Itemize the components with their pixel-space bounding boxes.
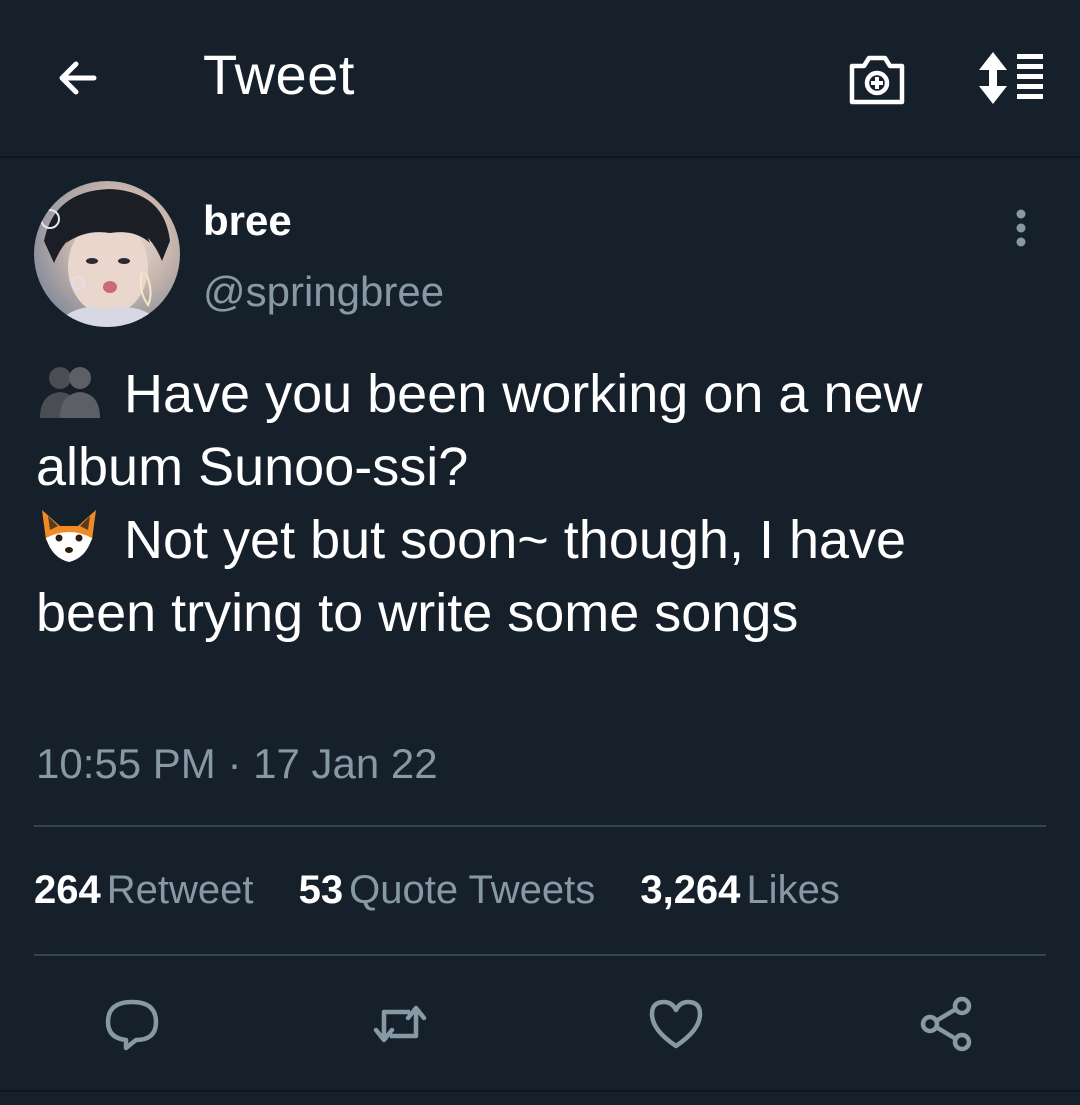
tweet-line-text: album Sunoo-ssi? (36, 437, 469, 497)
user-handle[interactable]: @springbree (203, 268, 444, 316)
camera-plus-icon[interactable] (846, 50, 908, 108)
stat-number: 53 (298, 868, 344, 912)
tweet-line: Have you been working on a new (36, 358, 1046, 431)
tweet-timestamp: 10:55 PM · 17 Jan 22 (36, 740, 438, 787)
display-name[interactable]: bree (203, 197, 292, 245)
stat-label: Retweet (106, 868, 254, 912)
tweet-line: album Sunoo-ssi? (36, 431, 1046, 504)
busts-in-silhouette-emoji (40, 367, 100, 418)
fox-face-emoji (42, 510, 96, 562)
stat-label: Likes (746, 868, 840, 912)
tweet-detail-screen: Tweet bree @springbree Have you been wor… (0, 0, 1080, 1105)
stat-number: 3,264 (640, 868, 741, 912)
share-icon[interactable] (916, 994, 976, 1054)
tweet-line-text: Not yet but soon~ though, I have (124, 510, 907, 570)
arrow-left-icon[interactable] (50, 50, 106, 106)
tweet-line-text: Have you been working on a new (124, 364, 923, 424)
top-app-bar: Tweet (0, 0, 1080, 158)
tweet-line: been trying to write some songs (36, 577, 1046, 650)
vertical-dots-icon[interactable] (1006, 208, 1036, 248)
retweet-icon[interactable] (370, 994, 430, 1054)
avatar-photo (40, 189, 170, 327)
engagement-stats: 264 Retweet 53 Quote Tweets 3,264 Likes (34, 868, 874, 913)
tweet-line-text: been trying to write some songs (36, 583, 799, 643)
like-icon[interactable] (646, 994, 706, 1054)
bottom-divider (0, 1090, 1080, 1092)
tweet-line: Not yet but soon~ though, I have (36, 504, 1046, 577)
stat-label: Quote Tweets (349, 868, 596, 912)
divider (34, 825, 1046, 827)
retweet-count[interactable]: 264 Retweet (34, 868, 254, 913)
quote-tweets-count[interactable]: 53 Quote Tweets (299, 868, 596, 913)
stat-number: 264 (34, 868, 101, 912)
avatar[interactable] (34, 181, 180, 327)
likes-count[interactable]: 3,264 Likes (640, 868, 840, 913)
page-title: Tweet (203, 43, 355, 106)
tweet-text: Have you been working on a new album Sun… (36, 358, 1046, 650)
sort-list-icon[interactable] (975, 48, 1047, 108)
reply-icon[interactable] (102, 994, 162, 1054)
divider (34, 954, 1046, 956)
